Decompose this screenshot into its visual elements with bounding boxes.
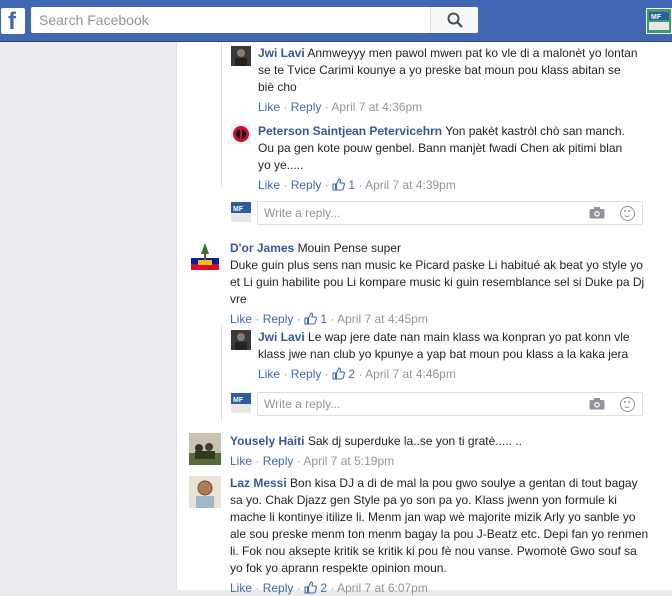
like-link[interactable]: Like: [230, 312, 252, 326]
like-count[interactable]: 1: [332, 178, 355, 192]
comment-actions: Like · Reply · 2 · April 7 at 6:07pm: [230, 581, 428, 595]
comment-author[interactable]: Yousely Haiti: [230, 434, 304, 448]
comment-timestamp[interactable]: April 7 at 4:45pm: [337, 312, 428, 326]
comment: Laz Messi Bon kisa DJ a di de mal la pou…: [230, 475, 650, 596]
comment-timestamp[interactable]: April 7 at 4:46pm: [365, 367, 456, 381]
thumbs-up-icon: [304, 581, 318, 594]
like-count[interactable]: 2: [304, 581, 327, 595]
avatar[interactable]: [231, 330, 251, 350]
avatar[interactable]: [189, 476, 221, 508]
comment-author[interactable]: D'or James: [230, 241, 294, 255]
comment: D'or James Mouin Pense super Duke guin p…: [230, 240, 650, 327]
profile-avatar[interactable]: MF: [646, 8, 672, 34]
like-link[interactable]: Like: [258, 367, 280, 381]
avatar[interactable]: [189, 240, 221, 272]
reply-input[interactable]: [258, 393, 558, 415]
like-link[interactable]: Like: [258, 100, 280, 114]
thumbs-up-icon: [332, 367, 346, 380]
my-avatar: MF: [231, 393, 251, 413]
camera-icon[interactable]: [589, 207, 605, 219]
comment-author[interactable]: Laz Messi: [230, 476, 287, 490]
reply-link[interactable]: Reply: [263, 454, 294, 468]
comment-timestamp[interactable]: April 7 at 4:39pm: [365, 178, 456, 192]
svg-text:MF: MF: [233, 206, 244, 213]
thumbs-up-icon: [332, 178, 346, 191]
comment-text-line1: Mouin Pense super: [297, 241, 401, 255]
comment-actions: Like · Reply · 1 · April 7 at 4:45pm: [230, 312, 428, 326]
like-link[interactable]: Like: [230, 581, 252, 595]
camera-icon[interactable]: [589, 398, 605, 410]
search-icon: [447, 12, 463, 28]
thread-line: [221, 42, 222, 186]
comment-author[interactable]: Jwi Lavi: [258, 46, 305, 60]
emoji-icon[interactable]: [620, 397, 635, 412]
comment-author[interactable]: Jwi Lavi: [258, 330, 305, 344]
reply-link[interactable]: Reply: [263, 312, 294, 326]
facebook-logo-icon[interactable]: f: [1, 8, 25, 35]
like-count[interactable]: 2: [332, 367, 355, 381]
avatar[interactable]: [231, 124, 251, 144]
reply-link[interactable]: Reply: [291, 100, 322, 114]
like-count[interactable]: 1: [304, 312, 327, 326]
like-link[interactable]: Like: [258, 178, 280, 192]
comments-card: Jwi Lavi Anmweyyy men pawol mwen pat ko …: [176, 42, 672, 595]
like-link[interactable]: Like: [230, 454, 252, 468]
comment-author[interactable]: Peterson Saintjean Petervicehrn: [258, 124, 442, 138]
comment-timestamp[interactable]: April 7 at 5:19pm: [303, 454, 394, 468]
search-button[interactable]: [430, 7, 478, 33]
comment-actions: Like · Reply · April 7 at 4:36pm: [258, 100, 423, 114]
left-column: [0, 42, 176, 590]
comment-actions: Like · Reply · 2 · April 7 at 4:46pm: [258, 367, 456, 381]
search-input[interactable]: [31, 7, 431, 33]
comment-actions: Like · Reply · 1 · April 7 at 4:39pm: [258, 178, 456, 192]
svg-text:MF: MF: [651, 14, 662, 21]
emoji-icon[interactable]: [620, 206, 635, 221]
reply-link[interactable]: Reply: [291, 178, 322, 192]
avatar[interactable]: [189, 433, 221, 465]
comment-timestamp[interactable]: April 7 at 6:07pm: [337, 581, 428, 595]
thread-line: [221, 326, 222, 422]
reply-comment: Peterson Saintjean Petervicehrn Yon pakè…: [258, 123, 638, 193]
reply-comment: Jwi Lavi Anmweyyy men pawol mwen pat ko …: [258, 45, 638, 115]
reply-input-box: [257, 201, 643, 225]
search-bar: [31, 7, 478, 33]
comment-timestamp[interactable]: April 7 at 4:36pm: [331, 100, 422, 114]
comment-text: Bon kisa DJ a di de mal la pou gwo souly…: [230, 476, 649, 575]
reply-link[interactable]: Reply: [263, 581, 294, 595]
comment: Yousely Haiti Sak dj superduke la..se yo…: [230, 433, 650, 469]
svg-text:MF: MF: [233, 397, 244, 404]
my-avatar: MF: [231, 202, 251, 222]
reply-comment: Jwi Lavi Le wap jere date nan main klass…: [258, 329, 638, 382]
comment-text: Le wap jere date nan main klass wa konpr…: [258, 330, 630, 361]
reply-input[interactable]: [258, 202, 558, 224]
reply-input-box: [257, 392, 643, 416]
comment-text: Duke guin plus sens nan music ke Picard …: [230, 258, 645, 306]
comment-actions: Like · Reply · April 7 at 5:19pm: [230, 454, 395, 468]
top-navigation-bar: f MF: [0, 0, 672, 42]
avatar[interactable]: [231, 46, 251, 66]
comment-text: Sak dj superduke la..se yon ti gratè....…: [307, 434, 522, 448]
thumbs-up-icon: [304, 312, 318, 325]
comment-text: Anmweyyy men pawol mwen pat ko vle di a …: [258, 46, 638, 94]
reply-link[interactable]: Reply: [291, 367, 322, 381]
